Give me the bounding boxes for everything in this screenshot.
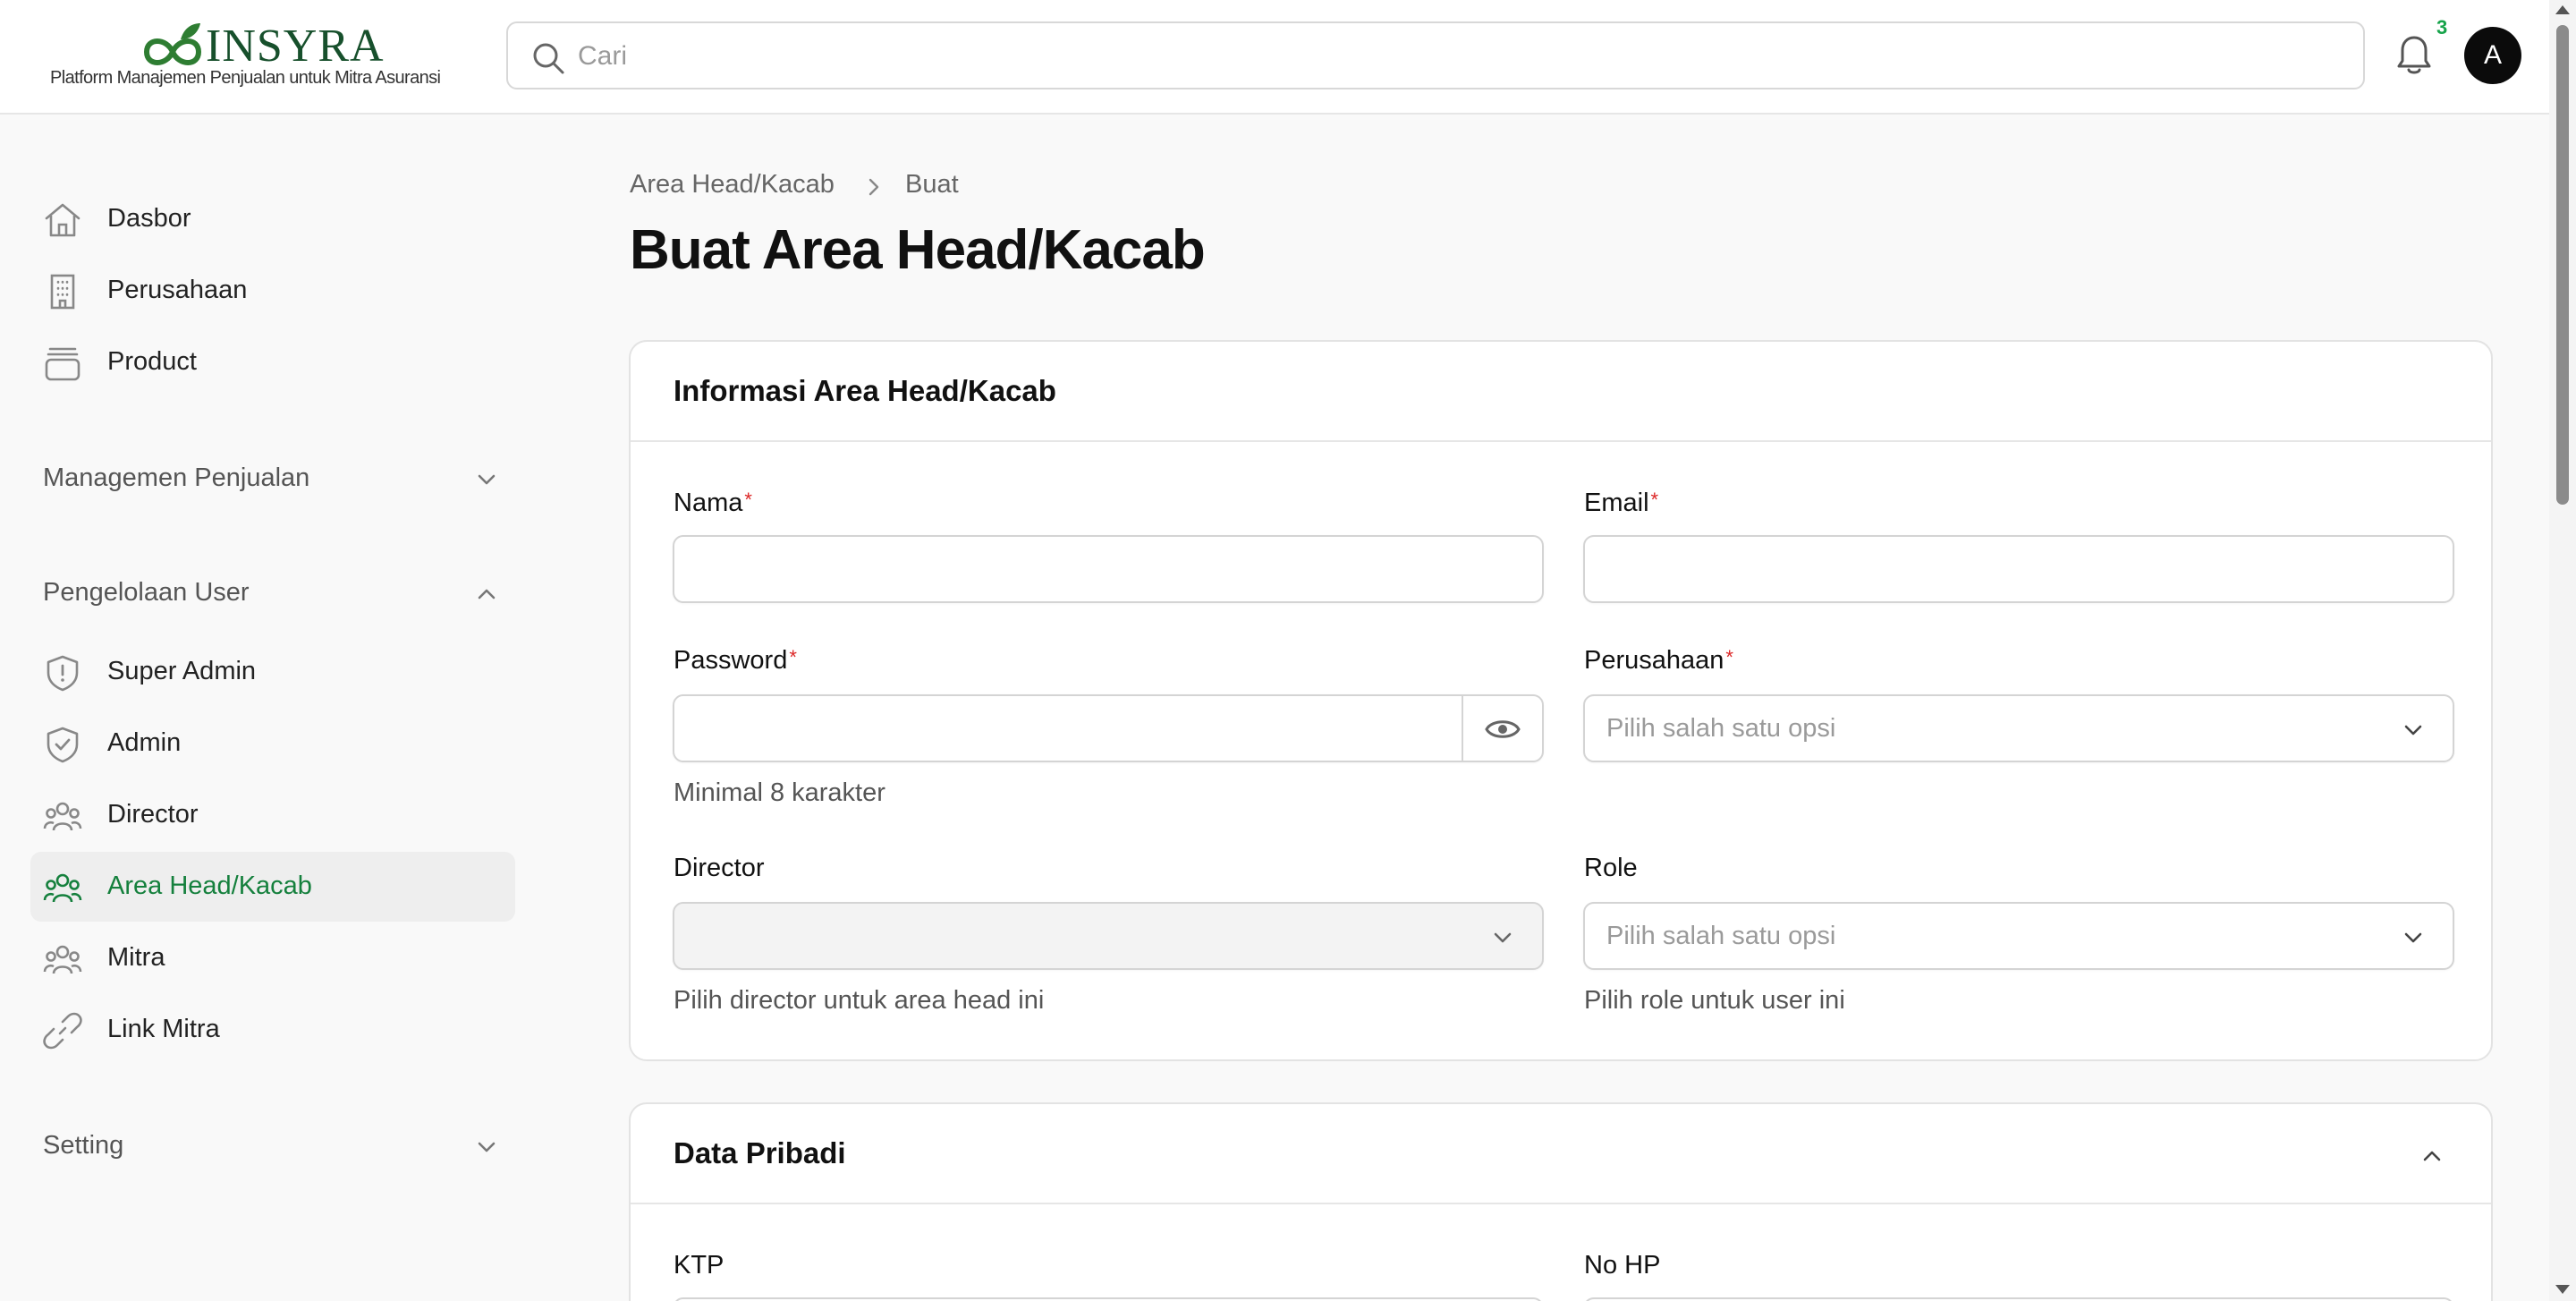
sidebar-item-label: Dasbor <box>107 204 191 233</box>
card-title: Data Pribadi <box>674 1136 846 1169</box>
director-select[interactable] <box>673 902 1544 970</box>
eye-icon[interactable] <box>1485 716 1521 743</box>
brand-name: INSYRA <box>206 21 385 72</box>
home-icon <box>45 203 80 237</box>
notification-count: 3 <box>2436 16 2448 38</box>
role-label: Role <box>1584 854 1638 882</box>
infinity-leaf-icon <box>143 23 202 65</box>
scrollbar-thumb[interactable] <box>2556 25 2569 505</box>
password-label: Password* <box>674 646 797 675</box>
sidebar-item-label: Perusahaan <box>107 276 248 304</box>
sidebar-item-product[interactable]: Product <box>30 327 515 397</box>
perusahaan-select[interactable]: Pilih salah satu opsi <box>1583 694 2454 762</box>
users-icon <box>43 873 82 903</box>
search-input[interactable] <box>578 36 2331 77</box>
ktp-label: KTP <box>674 1251 724 1280</box>
email-field[interactable] <box>1583 535 2454 603</box>
sidebar-item-link-mitra[interactable]: Link Mitra <box>30 995 515 1065</box>
sidebar-item-label: Mitra <box>107 943 165 972</box>
link-icon <box>43 1012 82 1050</box>
chevron-up-icon <box>478 589 496 599</box>
password-field[interactable] <box>673 694 1544 762</box>
nama-field[interactable] <box>673 535 1544 603</box>
sidebar-item-label: Director <box>107 800 199 829</box>
card-header: Informasi Area Head/Kacab <box>631 342 2491 442</box>
sidebar-group-label: Pengelolaan User <box>43 578 250 607</box>
chevron-down-icon <box>478 1142 496 1152</box>
director-helper-text: Pilih director untuk area head ini <box>674 986 1045 1015</box>
sidebar-item-area-head[interactable]: Area Head/Kacab <box>30 852 515 922</box>
no-hp-label: No HP <box>1584 1251 1661 1280</box>
password-input[interactable] <box>696 710 1447 748</box>
sidebar-item-label: Link Mitra <box>107 1015 220 1043</box>
sidebar-item-label: Super Admin <box>107 657 257 685</box>
ktp-field[interactable] <box>673 1297 1544 1301</box>
card-header[interactable]: Data Pribadi <box>631 1104 2491 1204</box>
divider <box>1462 696 1463 761</box>
sidebar-item-dasbor[interactable]: Dasbor <box>30 184 515 254</box>
brand-tagline: Platform Manajemen Penjualan untuk Mitra… <box>50 68 441 88</box>
avatar[interactable]: A <box>2464 27 2521 84</box>
role-select[interactable]: Pilih salah satu opsi <box>1583 902 2454 970</box>
scrollbar[interactable] <box>2549 0 2576 1301</box>
sidebar-item-label: Admin <box>107 728 182 757</box>
search-box[interactable] <box>506 21 2365 89</box>
sidebar-item-super-admin[interactable]: Super Admin <box>30 637 515 707</box>
top-bar: INSYRA Platform Manajemen Penjualan untu… <box>0 0 2549 115</box>
sidebar-item-label: Product <box>107 347 197 376</box>
chevron-down-icon <box>1494 932 1512 943</box>
no-hp-field[interactable] <box>1583 1297 2454 1301</box>
card-title: Informasi Area Head/Kacab <box>674 374 1056 407</box>
sidebar-item-director[interactable]: Director <box>30 780 515 850</box>
shield-check-icon <box>47 727 79 763</box>
select-placeholder: Pilih salah satu opsi <box>1606 922 1836 950</box>
chevron-down-icon <box>478 474 496 485</box>
sidebar-group-setting[interactable]: Setting <box>43 1124 499 1169</box>
scroll-down-arrow-icon[interactable] <box>2555 1285 2570 1294</box>
users-icon <box>43 802 82 831</box>
chevron-down-icon <box>2404 932 2422 943</box>
chevron-down-icon <box>2404 725 2422 736</box>
chevron-right-icon <box>869 178 879 196</box>
chevron-up-icon[interactable] <box>2419 1144 2445 1169</box>
email-label: Email* <box>1584 489 1659 517</box>
sidebar-group-users[interactable]: Pengelolaan User <box>43 571 499 616</box>
sidebar-item-perusahaan[interactable]: Perusahaan <box>30 256 515 326</box>
sidebar-group-label: Setting <box>43 1131 124 1160</box>
page-title: Buat Area Head/Kacab <box>630 219 1206 281</box>
director-label: Director <box>674 854 765 882</box>
sidebar-item-label: Area Head/Kacab <box>107 872 312 900</box>
nama-input[interactable] <box>696 551 1501 589</box>
sidebar-group-sales[interactable]: Managemen Penjualan <box>43 456 499 501</box>
shield-alert-icon <box>47 655 79 692</box>
box-icon <box>45 347 80 381</box>
building-icon <box>50 274 75 310</box>
users-icon <box>43 945 82 974</box>
bell-icon[interactable] <box>2395 34 2433 77</box>
scroll-up-arrow-icon[interactable] <box>2555 5 2570 14</box>
nama-label: Nama* <box>674 489 752 517</box>
search-icon <box>533 43 564 74</box>
sidebar-item-mitra[interactable]: Mitra <box>30 923 515 993</box>
breadcrumb-current: Buat <box>905 170 959 199</box>
sidebar: Dasbor Perusahaan Product Managemen Penj… <box>0 116 537 1301</box>
breadcrumb-parent-link[interactable]: Area Head/Kacab <box>630 170 835 200</box>
info-card: Informasi Area Head/Kacab Nama* Email* P… <box>629 340 2493 1061</box>
brand-logo[interactable]: INSYRA Platform Manajemen Penjualan untu… <box>50 21 470 93</box>
email-input[interactable] <box>1606 551 2411 589</box>
sidebar-group-label: Managemen Penjualan <box>43 463 310 492</box>
personal-data-card: Data Pribadi KTP No HP <box>629 1102 2493 1301</box>
select-placeholder: Pilih salah satu opsi <box>1606 714 1836 743</box>
sidebar-item-admin[interactable]: Admin <box>30 709 515 778</box>
password-helper-text: Minimal 8 karakter <box>674 778 886 807</box>
role-helper-text: Pilih role untuk user ini <box>1584 986 1845 1015</box>
perusahaan-label: Perusahaan* <box>1584 646 1733 675</box>
